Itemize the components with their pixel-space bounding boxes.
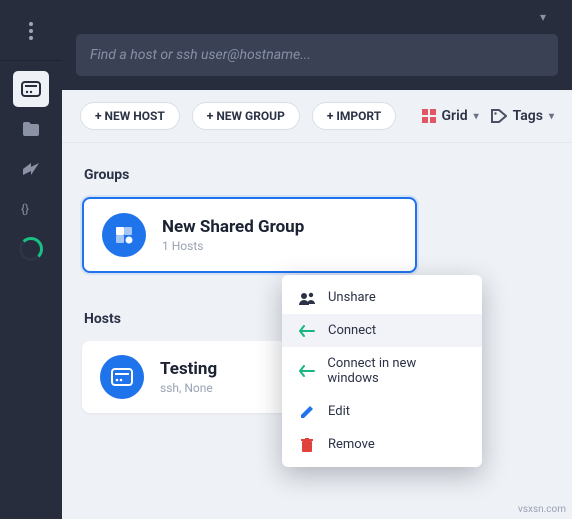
chevron-down-icon: ▾ xyxy=(549,111,554,122)
menu-item-connect-in-new-windows[interactable]: Connect in new windows xyxy=(282,347,482,395)
remove-icon xyxy=(298,438,316,452)
group-subtitle: 1 Hosts xyxy=(162,239,304,253)
group-title: New Shared Group xyxy=(162,217,304,237)
unshare-icon xyxy=(298,291,316,305)
menu-item-label: Connect xyxy=(328,323,376,338)
sidebar-item-files[interactable] xyxy=(13,111,49,147)
menu-item-edit[interactable]: Edit xyxy=(282,395,482,428)
content: Groups New Shared Group 1 Hosts Hosts Te… xyxy=(62,143,572,519)
chevron-down-icon[interactable]: ▾ xyxy=(540,10,558,24)
host-subtitle: ssh, None xyxy=(160,381,217,395)
topbar: ▾ Find a host or ssh user@hostname... xyxy=(62,0,572,90)
group-card[interactable]: New Shared Group 1 Hosts xyxy=(82,197,417,273)
svg-text:{}: {} xyxy=(21,202,29,216)
host-icon xyxy=(100,355,144,399)
menu-icon[interactable] xyxy=(19,12,43,50)
groups-heading: Groups xyxy=(84,167,552,183)
import-button[interactable]: + IMPORT xyxy=(312,102,396,130)
menu-item-label: Connect in new windows xyxy=(327,356,466,386)
menu-item-label: Remove xyxy=(328,437,375,452)
menu-item-label: Edit xyxy=(328,404,350,419)
new-host-button[interactable]: + NEW HOST xyxy=(80,102,180,130)
search-input[interactable]: Find a host or ssh user@hostname... xyxy=(76,34,558,76)
tags-label: Tags xyxy=(513,108,543,124)
context-menu: Unshare Connect Connect in new windows Edit… xyxy=(282,275,482,467)
grid-icon xyxy=(422,109,436,123)
chevron-down-icon: ▾ xyxy=(474,111,479,122)
view-label: Grid xyxy=(442,108,468,124)
host-title: Testing xyxy=(160,359,217,379)
footer-text: vsxsn.com xyxy=(518,504,566,515)
main: ▾ Find a host or ssh user@hostname... + … xyxy=(62,0,572,519)
toolbar: + NEW HOST + NEW GROUP + IMPORT Grid ▾ T… xyxy=(62,90,572,143)
connect-icon xyxy=(298,325,316,337)
edit-icon xyxy=(298,405,316,419)
view-grid-toggle[interactable]: Grid ▾ xyxy=(422,108,479,124)
menu-item-label: Unshare xyxy=(328,290,376,305)
new-group-button[interactable]: + NEW GROUP xyxy=(192,102,300,130)
menu-item-unshare[interactable]: Unshare xyxy=(282,281,482,314)
menu-item-remove[interactable]: Remove xyxy=(282,428,482,461)
sync-spinner-icon xyxy=(19,237,43,261)
tags-toggle[interactable]: Tags ▾ xyxy=(491,108,554,124)
menu-item-connect[interactable]: Connect xyxy=(282,314,482,347)
connect-icon xyxy=(298,365,315,377)
sidebar-item-keys[interactable]: {} xyxy=(13,191,49,227)
tag-icon xyxy=(491,109,507,123)
sidebar: {} xyxy=(0,0,62,519)
sidebar-item-hosts[interactable] xyxy=(13,71,49,107)
group-icon xyxy=(102,213,146,257)
sidebar-item-snippets[interactable] xyxy=(13,151,49,187)
